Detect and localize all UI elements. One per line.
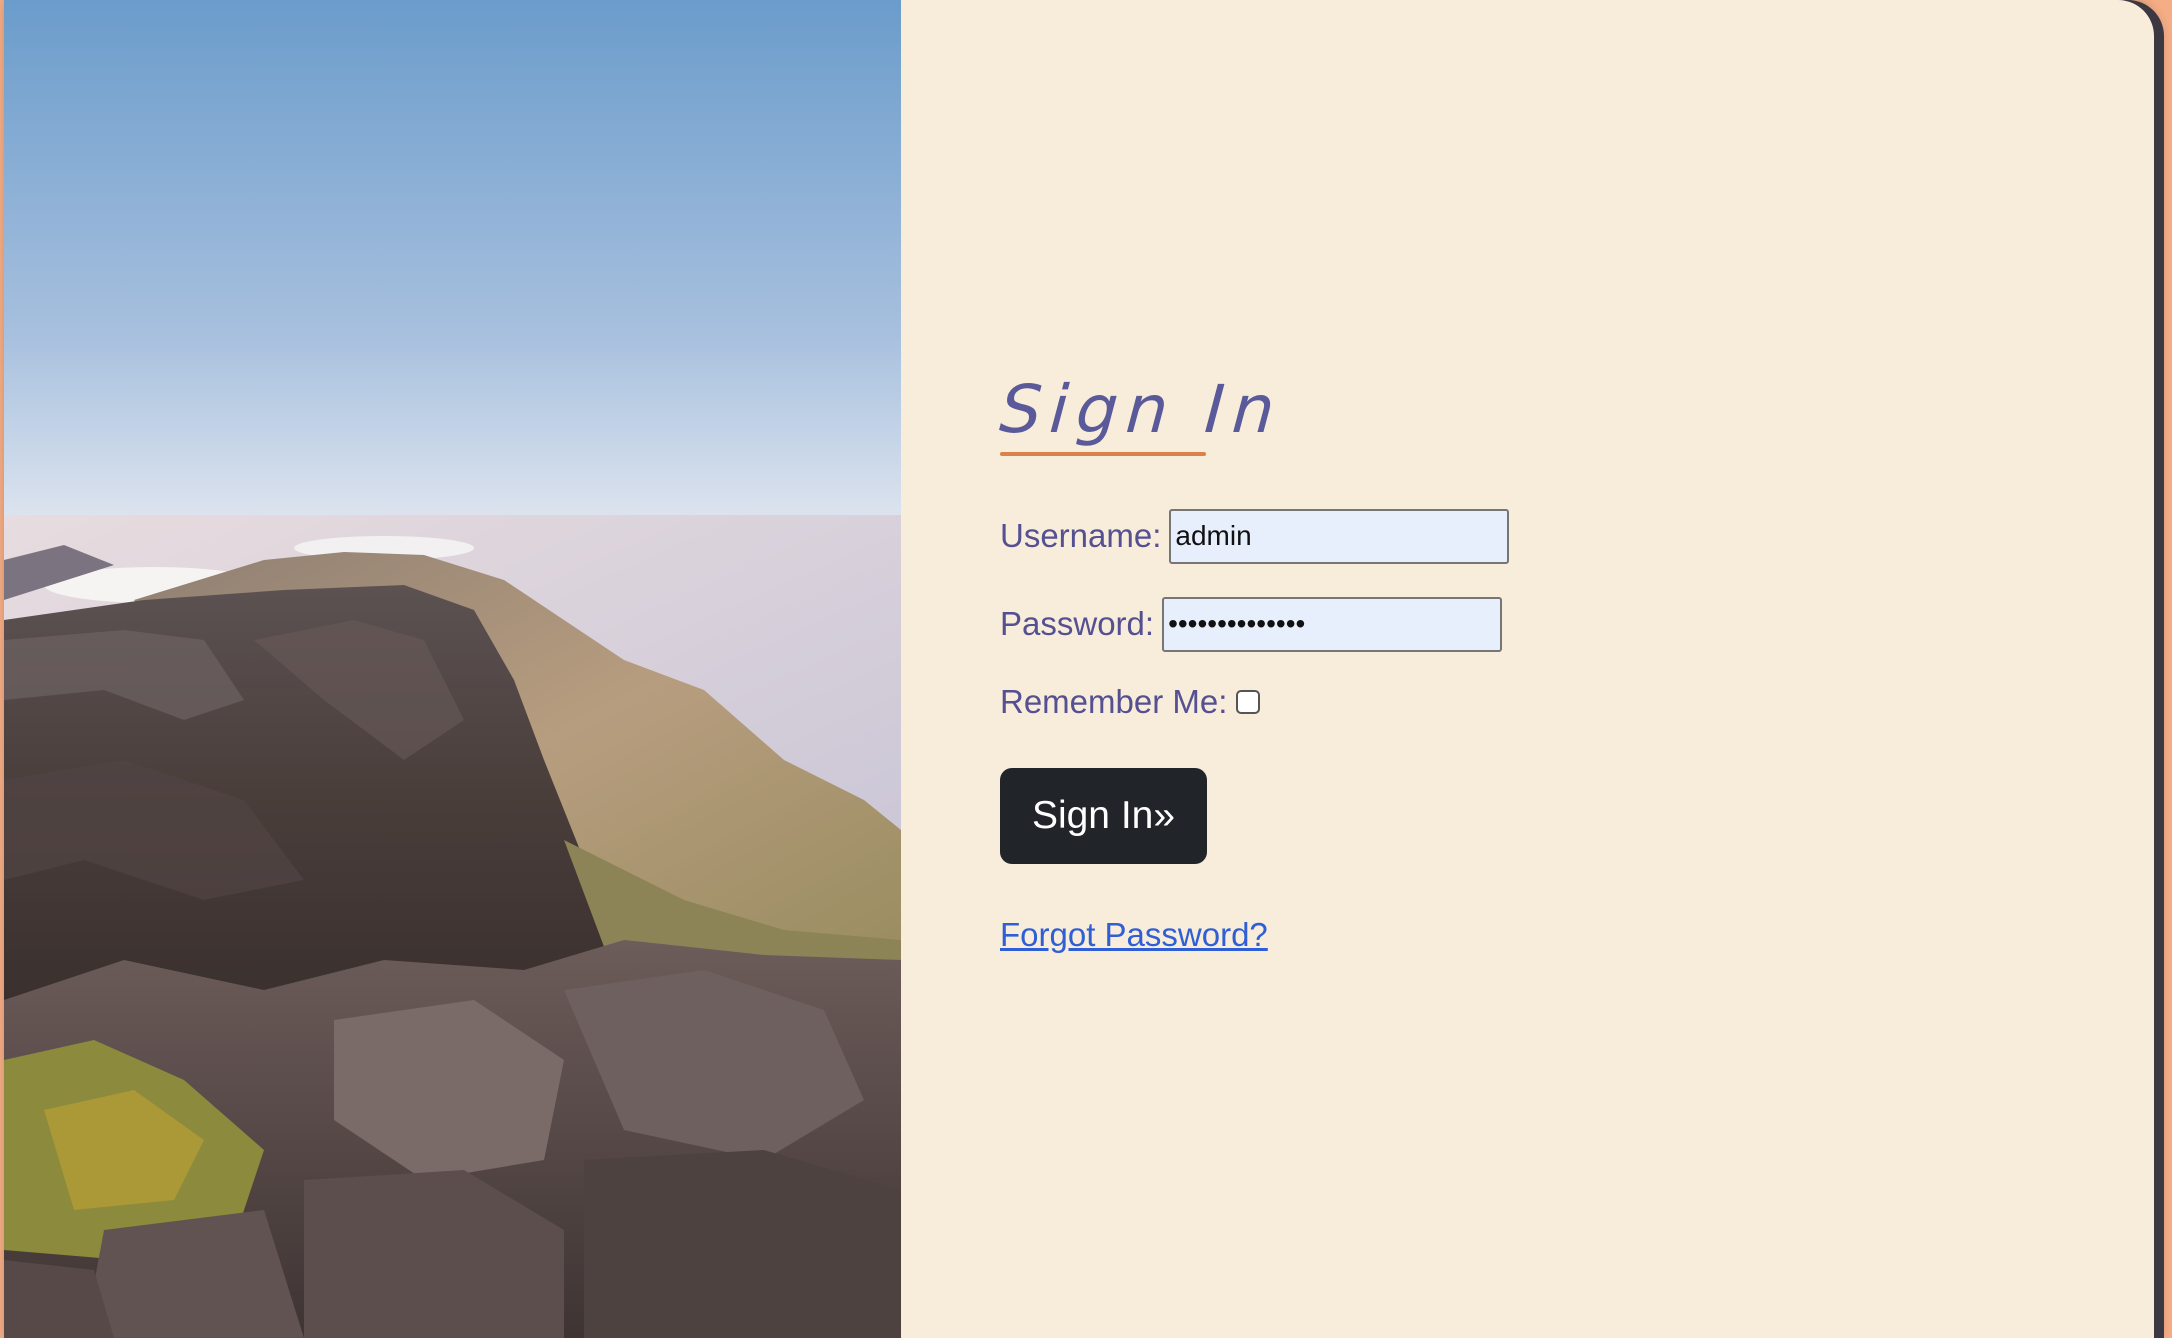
sign-in-button[interactable]: Sign In» — [1000, 768, 1207, 864]
title-underline — [1000, 452, 1206, 456]
remember-label: Remember Me: — [1000, 683, 1228, 720]
page-title: Sign In — [997, 371, 1285, 448]
password-input[interactable] — [1162, 596, 1503, 652]
password-label: Password: — [1000, 605, 1155, 642]
remember-row: Remember Me: — [1000, 682, 1800, 722]
password-row: Password: — [1000, 596, 1800, 652]
username-input[interactable] — [1169, 508, 1510, 564]
login-form: Sign In Username: Password: Remember Me:… — [997, 370, 1800, 954]
login-card: Sign In Username: Password: Remember Me:… — [4, 0, 2154, 1338]
remember-me-checkbox[interactable] — [1236, 690, 1261, 714]
title-wrapper: Sign In — [997, 370, 1285, 456]
username-row: Username: — [1000, 508, 1800, 564]
forgot-password-link[interactable]: Forgot Password? — [1000, 916, 1268, 954]
username-label: Username: — [1000, 517, 1162, 554]
mountain-landscape-photo — [4, 0, 901, 1338]
